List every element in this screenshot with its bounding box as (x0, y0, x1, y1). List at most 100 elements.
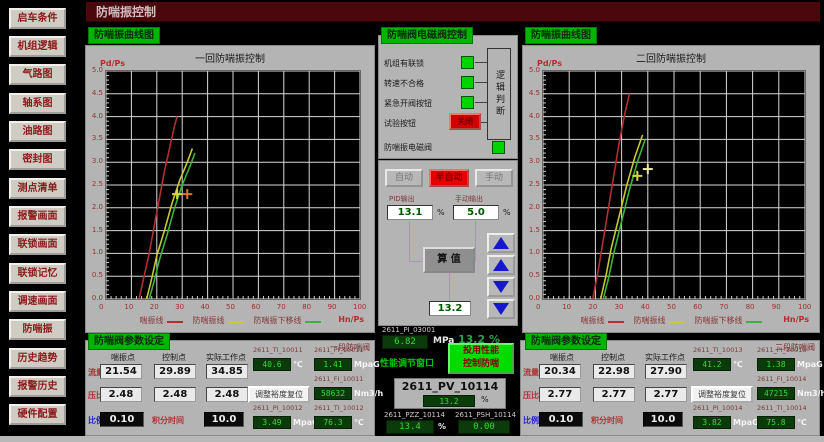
tag-unit: MpaG (797, 360, 823, 369)
manual-button[interactable]: 手动 (475, 169, 513, 187)
gain-value[interactable]: 0.10 (100, 412, 144, 427)
arrow-up-icon (493, 259, 509, 271)
sidebar-item-shaft-diagram[interactable]: 轴系图 (9, 93, 66, 114)
ratio-control-value: 2.77 (593, 387, 635, 402)
enable-performance-control-button[interactable]: 投用性能 控制防喘 (448, 343, 514, 374)
manual-output-field[interactable]: 5.0 (453, 205, 499, 220)
sidebar-item-alarm-screen[interactable]: 报警画面 (9, 206, 66, 227)
col-header-surge: 喘振点 (98, 352, 148, 363)
pid-output-unit: % (437, 208, 445, 217)
decrease-fast-button[interactable] (487, 299, 515, 319)
y-tick-label: 3.0 (92, 157, 103, 165)
integral-value[interactable]: 10.0 (204, 412, 244, 427)
pv-10114-tag: 2611_PV_10114 (395, 380, 505, 393)
setpoint-field[interactable]: 13.2 (429, 301, 471, 316)
signal-line (409, 221, 410, 261)
sidebar-item-interlock-screen[interactable]: 联锁画面 (9, 234, 66, 255)
solenoid-valve-label: 防喘振电磁阀 (384, 142, 432, 153)
params-panel-loop1: 一段防喘阀 喘振点 控制点 实际工作点 流量 21.54 29.89 34.85… (85, 340, 375, 436)
pi-03001-tag: 2611_PI_03001 (382, 326, 435, 334)
decrease-button[interactable] (487, 277, 515, 297)
tag-label: 2611_FI_10014 (757, 375, 824, 383)
y-axis-ticks: 5.04.54.03.53.02.52.01.51.00.50.0 (524, 70, 541, 300)
ratio-actual-value: 2.48 (206, 387, 248, 402)
increase-button[interactable] (487, 255, 515, 275)
connector-line (475, 82, 487, 83)
semi-auto-button[interactable]: 半自动 (429, 169, 469, 187)
ratio-surge-value: 2.48 (100, 387, 142, 402)
sidebar-item-point-list[interactable]: 测点清单 (9, 178, 66, 199)
chart-legend: 喘振线防喘振线防喘振下移线 (523, 315, 819, 326)
tag-label: 2611_PI_10014 (693, 404, 763, 412)
x-tick-label: 40 (641, 303, 650, 311)
sidebar-item-speed-screen[interactable]: 调速画面 (9, 291, 66, 312)
x-tick-label: 50 (226, 303, 235, 311)
y-tick-label: 5.0 (92, 66, 103, 74)
tag-group: 2611_FI_10014 47215Nm3/h (757, 375, 824, 402)
pid-output-field[interactable]: 13.1 (387, 205, 433, 220)
margin-reset-button[interactable]: 调整裕度复位 (691, 386, 753, 403)
legend-line-swatch (167, 321, 183, 323)
sidebar-item-antisurge[interactable]: 防喘振 (9, 319, 66, 340)
tag-group: 2611_TI_10011 40.6℃ (253, 346, 323, 373)
plot-area (542, 70, 806, 300)
sidebar-item-alarm-history[interactable]: 报警历史 (9, 376, 66, 397)
logic-judge-box: 逻辑判断 (487, 48, 511, 140)
x-tick-label: 100 (353, 303, 366, 311)
auto-button[interactable]: 自动 (385, 169, 423, 187)
arrow-down-icon (493, 281, 509, 293)
tag-label: 2611_PI_10012 (253, 404, 323, 412)
y-tick-label: 1.5 (529, 226, 540, 234)
emergency-open-indicator (461, 96, 474, 109)
solenoid-panel: 机组有联锁 转速不合格 紧急开阀按钮 试验按钮 关闭 逻辑判断 防喘振电磁阀 (378, 35, 518, 159)
tag-unit: ℃ (354, 418, 364, 427)
sidebar-item-seal-diagram[interactable]: 密封图 (9, 149, 66, 170)
sidebar-item-start-conditions[interactable]: 启车条件 (9, 8, 66, 29)
increase-fast-button[interactable] (487, 233, 515, 253)
test-button[interactable]: 关闭 (449, 113, 481, 130)
sidebar-item-oil-diagram[interactable]: 油路图 (9, 121, 66, 142)
arrow-up-icon (493, 237, 509, 249)
interlock-status-indicator (461, 56, 474, 69)
y-tick-label: 0.5 (92, 271, 103, 279)
sidebar-item-history-trend[interactable]: 历史趋势 (9, 348, 66, 369)
y-tick-label: 0.5 (529, 271, 540, 279)
pv-10114-display: 13.2 (423, 395, 475, 407)
x-tick-label: 30 (175, 303, 184, 311)
x-tick-label: 100 (798, 303, 811, 311)
gain-value[interactable]: 0.10 (539, 412, 583, 427)
psh-10114-tag: 2611_PSH_10114 (455, 411, 516, 419)
x-tick-label: 10 (562, 303, 571, 311)
sidebar-item-unit-logic[interactable]: 机组逻辑 (9, 36, 66, 57)
sidebar-item-gas-diagram[interactable]: 气路图 (9, 64, 66, 85)
chart-panel-loop2: 二回防喘振控制 Pd/Ps 5.04.54.03.53.02.52.01.51.… (522, 45, 820, 333)
window-bottom-strip (0, 436, 824, 442)
x-tick-label: 70 (719, 303, 728, 311)
y-tick-label: 3.5 (92, 134, 103, 142)
curve-section-label-left: 防喘振曲线图 (88, 27, 160, 44)
tag-group: 2611_TI_10013 41.2℃ (693, 346, 763, 373)
calc-value-button[interactable]: 算 值 (423, 247, 475, 273)
x-axis-label: Hn/Ps (338, 315, 364, 324)
params-section-label-right: 防喘阀参数设定 (525, 333, 607, 350)
y-tick-label: 1.0 (92, 248, 103, 256)
tag-label: 2611_PI_10013 (757, 346, 824, 354)
tag-group: 2611_PI_10011 1.41MpaG (314, 346, 384, 373)
manual-output-label: 手动输出 (455, 194, 483, 204)
x-axis-ticks: 0102030405060708090100 (105, 303, 361, 312)
integral-value[interactable]: 10.0 (643, 412, 683, 427)
tag-group: 2611_PI_10014 3.82MpaG (693, 404, 763, 431)
x-tick-label: 40 (201, 303, 210, 311)
tag-unit: Nm3/h (797, 389, 824, 398)
tag-display: 58632 (314, 387, 352, 400)
y-tick-label: 4.0 (92, 112, 103, 120)
pv-10114-box: 2611_PV_10114 13.2 % (394, 378, 506, 409)
y-tick-label: 1.0 (529, 248, 540, 256)
chart-panel-loop1: 一回防喘振控制 Pd/Ps 5.04.54.03.53.02.52.01.51.… (85, 45, 375, 333)
sidebar-item-interlock-memory[interactable]: 联锁记忆 (9, 263, 66, 284)
sidebar-item-hardware-config[interactable]: 硬件配置 (9, 404, 66, 425)
flow-row-label: 流量 (523, 367, 539, 378)
margin-reset-button[interactable]: 调整裕度复位 (248, 386, 310, 403)
col-header-actual: 实际工作点 (637, 352, 693, 363)
ratio-control-value: 2.48 (154, 387, 196, 402)
